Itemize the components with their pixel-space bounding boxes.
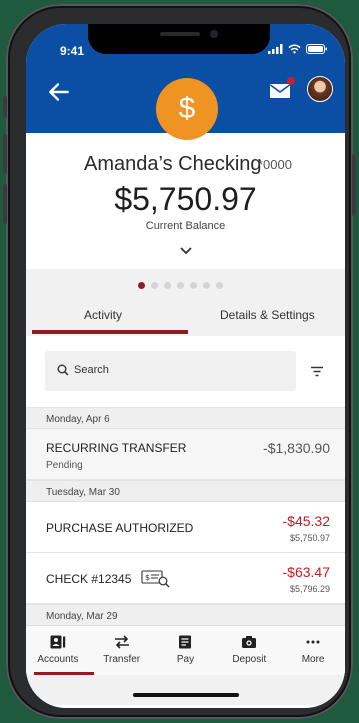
active-nav-indicator [34, 672, 94, 675]
transaction-title: PURCHASE AUTHORIZED [46, 521, 194, 535]
tab-activity[interactable]: Activity [84, 308, 122, 322]
nav-transfer[interactable]: Transfer [90, 626, 154, 675]
messages-button[interactable] [269, 77, 295, 102]
filter-icon[interactable] [310, 366, 324, 377]
pay-icon [179, 635, 192, 649]
running-balance: $5,750.97 [289, 533, 330, 543]
table-row[interactable]: PURCHASE AUTHORIZED -$45.32 $5,750.97 [26, 502, 345, 553]
account-number: *0000 [258, 157, 292, 172]
mute-switch [3, 96, 7, 118]
nav-more[interactable]: More [281, 626, 345, 675]
status-bar: 9:41 [26, 24, 345, 74]
transaction-title: CHECK #12345 [46, 572, 132, 586]
volume-up-button [3, 134, 7, 174]
phone-frame: 9:41 Amanda’s Checking *0000 $5,750.97 C… [3, 4, 356, 719]
app-screen: 9:41 Amanda’s Checking *0000 $5,750.97 C… [26, 24, 345, 708]
battery-icon [306, 44, 327, 54]
search-placeholder: Search [74, 364, 109, 376]
accounts-icon [50, 635, 66, 649]
transaction-amount: -$63.47 [282, 564, 330, 580]
table-row[interactable]: RECURRING TRANSFER Pending -$1,830.90 [26, 429, 345, 480]
avatar[interactable] [307, 76, 333, 102]
pager-dot[interactable] [177, 282, 184, 289]
home-indicator[interactable] [133, 693, 239, 697]
more-icon [306, 640, 320, 644]
deposit-icon [242, 636, 257, 648]
pager-dot[interactable] [216, 282, 223, 289]
activity-panel: Search Monday, Apr 6 RECURRING TRANSFER … [26, 336, 345, 626]
chevron-down-icon[interactable] [178, 245, 194, 257]
nav-label: Pay [176, 654, 195, 665]
volume-down-button [3, 184, 7, 224]
tab-details-settings[interactable]: Details & Settings [220, 308, 315, 322]
date-header: Monday, Apr 6 [26, 407, 345, 429]
account-summary: Amanda’s Checking *0000 $5,750.97 Curren… [26, 133, 345, 269]
pager-dot[interactable] [151, 282, 158, 289]
nav-label: Transfer [103, 654, 141, 665]
back-arrow-icon[interactable] [46, 79, 72, 105]
bottom-nav: Accounts Transfer Pay Deposit More [26, 625, 345, 675]
transaction-amount: -$45.32 [282, 513, 330, 529]
nav-label: Deposit [232, 654, 267, 665]
wifi-icon [288, 44, 301, 54]
device-notch [88, 24, 270, 54]
nav-label: More [301, 654, 325, 665]
date-header: Monday, Mar 29 [26, 604, 345, 626]
nav-label: Accounts [37, 654, 79, 665]
balance-label: Current Balance [145, 220, 226, 232]
transfer-icon [114, 635, 129, 649]
nav-accounts[interactable]: Accounts [26, 626, 90, 675]
account-pager [138, 282, 223, 289]
current-balance: $5,750.97 [114, 181, 257, 217]
svg-text:$: $ [145, 573, 150, 582]
dollar-coin-icon: $ [156, 78, 218, 140]
status-icons [268, 44, 327, 54]
speaker-grille [160, 32, 200, 36]
status-time: 9:41 [60, 44, 85, 58]
signal-icon [268, 44, 283, 54]
transaction-title: RECURRING TRANSFER [46, 441, 187, 455]
active-tab-indicator [32, 330, 188, 334]
running-balance: $5,796.29 [289, 584, 330, 594]
camera-lens [210, 30, 218, 38]
transaction-amount: -$1,830.90 [263, 440, 330, 456]
table-row[interactable]: CHECK #12345 $ -$63.47 $5,796.29 [26, 553, 345, 604]
check-image-icon[interactable]: $ [141, 570, 171, 588]
pager-dot[interactable] [203, 282, 210, 289]
search-input[interactable]: Search [45, 351, 296, 391]
pager-dot[interactable] [138, 282, 145, 289]
account-name: Amanda’s Checking [84, 153, 262, 175]
nav-deposit[interactable]: Deposit [217, 626, 281, 675]
pager-dot[interactable] [190, 282, 197, 289]
date-header: Tuesday, Mar 30 [26, 480, 345, 502]
power-button [352, 154, 356, 216]
transaction-status: Pending [46, 460, 83, 471]
nav-pay[interactable]: Pay [154, 626, 218, 675]
search-icon [57, 364, 69, 376]
account-tabs: Activity Details & Settings [26, 300, 345, 334]
notification-badge [287, 77, 295, 85]
pager-dot[interactable] [164, 282, 171, 289]
